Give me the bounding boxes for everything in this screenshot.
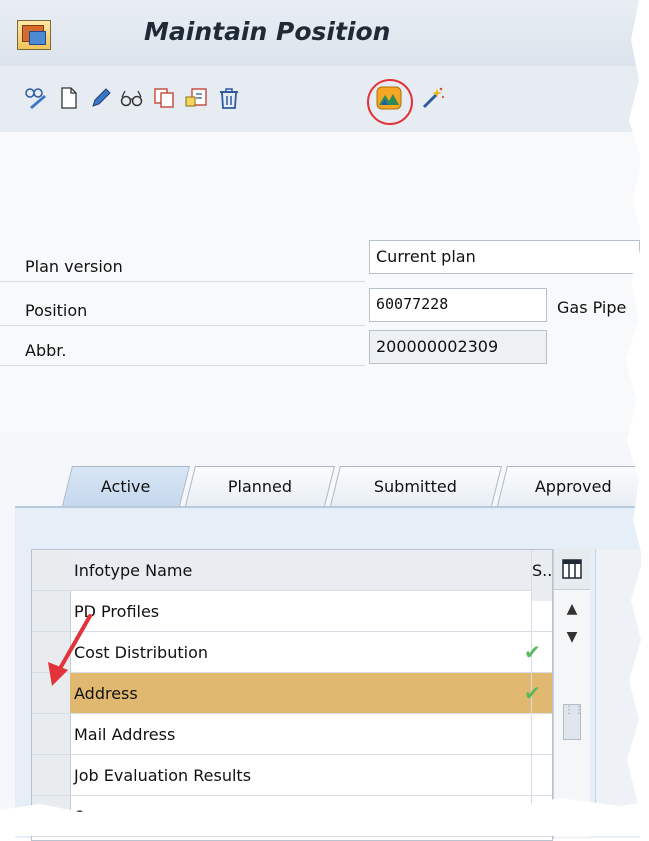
annotation-arrow: [48, 614, 92, 686]
application-toolbar: [0, 66, 640, 133]
change-icon[interactable]: [87, 84, 115, 112]
row-name: PD Profiles: [70, 591, 532, 631]
tab-active[interactable]: Active: [62, 466, 190, 506]
row-status: ✔: [524, 673, 552, 713]
tab-strip: Active Planned Submitted Approved: [0, 462, 649, 512]
row-selector[interactable]: [32, 714, 71, 754]
edit-glasses-icon[interactable]: [22, 84, 50, 112]
table-row[interactable]: Mail Address: [32, 714, 552, 755]
create-icon[interactable]: [55, 84, 83, 112]
plan-version-label: Plan version: [0, 244, 365, 282]
wizard-icon[interactable]: [419, 84, 447, 112]
check-icon: ✔: [524, 681, 541, 705]
row-status: ✔: [524, 632, 552, 672]
scroll-up-icon[interactable]: ▲: [554, 594, 590, 624]
window-title: Maintain Position: [144, 17, 391, 46]
plan-version-field[interactable]: Current plan: [369, 240, 640, 274]
row-name: Job Evaluation Results: [70, 755, 532, 795]
sap-window: Maintain Position Plan version Current p…: [0, 0, 649, 841]
torn-bottom-edge: [0, 798, 649, 836]
table-header: Infotype Name S..: [32, 550, 552, 601]
copy-icon[interactable]: [150, 84, 178, 112]
check-icon: ✔: [524, 640, 541, 664]
delimit-icon[interactable]: [182, 84, 210, 112]
column-header-infotype-name[interactable]: Infotype Name: [70, 550, 532, 590]
row-status: [532, 714, 552, 754]
display-icon[interactable]: [118, 84, 146, 112]
column-settings-icon[interactable]: [554, 549, 590, 590]
table-row[interactable]: Address ✔: [32, 673, 552, 714]
row-status: [532, 755, 552, 795]
row-selector[interactable]: [32, 755, 71, 795]
tab-planned[interactable]: Planned: [185, 466, 335, 506]
position-label: Position: [0, 288, 365, 326]
table-row[interactable]: Cost Distribution ✔: [32, 632, 552, 673]
title-bar: Maintain Position: [0, 0, 640, 67]
scroll-thumb[interactable]: ⋮⋮: [563, 704, 584, 740]
header-form: [0, 132, 640, 432]
row-name: Mail Address: [70, 714, 532, 754]
row-name: Cost Distribution: [70, 632, 532, 672]
scroll-down-icon[interactable]: ▼: [554, 622, 590, 652]
select-all-cell[interactable]: [32, 550, 71, 590]
sap-menu-icon[interactable]: [17, 20, 51, 50]
table-row[interactable]: PD Profiles: [32, 591, 552, 632]
abbr-field[interactable]: 200000002309: [369, 330, 547, 364]
row-status: [532, 591, 552, 631]
row-name: Address: [70, 673, 532, 713]
position-field[interactable]: 60077228: [369, 288, 547, 322]
torn-edge: [625, 0, 649, 836]
tab-submitted[interactable]: Submitted: [330, 466, 502, 506]
highlight-annotation: [367, 79, 413, 125]
delete-icon[interactable]: [215, 84, 243, 112]
abbr-label: Abbr.: [0, 328, 365, 366]
